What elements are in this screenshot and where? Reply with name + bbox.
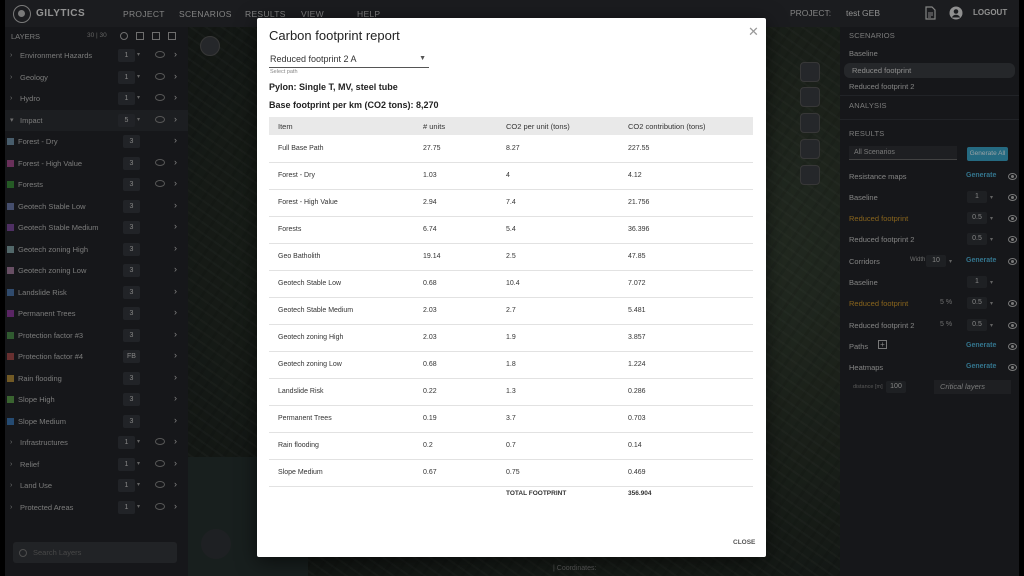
table-row: Landslide Risk 0.22 1.3 0.286 — [269, 378, 753, 406]
table-row: Permanent Trees 0.19 3.7 0.703 — [269, 405, 753, 433]
cell-co2-contribution: 5.481 — [619, 297, 753, 325]
table-row: Forest - High Value 2.94 7.4 21.756 — [269, 189, 753, 217]
cell-units: 1.03 — [414, 162, 497, 190]
cell-item: Permanent Trees — [269, 405, 414, 433]
cell-co2-per-unit: 4 — [497, 162, 619, 190]
table-body: Full Base Path 27.75 8.27 227.55 Forest - Dr… — [269, 135, 753, 500]
cell-co2-contribution: 3.857 — [619, 324, 753, 352]
col-co2-per-unit: CO2 per unit (tons) — [497, 117, 619, 135]
cell-co2-per-unit: 5.4 — [497, 216, 619, 244]
cell-co2-per-unit: 0.7 — [497, 432, 619, 460]
cell-co2-contribution: 1.224 — [619, 351, 753, 379]
cell-units: 27.75 — [414, 135, 497, 163]
cell-co2-contribution: 0.469 — [619, 459, 753, 487]
cell-co2-per-unit: 1.8 — [497, 351, 619, 379]
cell-co2-per-unit: 8.27 — [497, 135, 619, 163]
pylon-info: Pylon: Single T, MV, steel tube — [269, 82, 398, 92]
total-value: 356.904 — [628, 489, 652, 497]
cell-empty — [269, 486, 414, 500]
cell-empty — [414, 486, 497, 500]
cell-co2-per-unit: 0.75 — [497, 459, 619, 487]
table-header-row: Item # units CO2 per unit (tons) CO2 con… — [269, 117, 753, 135]
table-row: Forest - Dry 1.03 4 4.12 — [269, 162, 753, 190]
cell-item: Geotech Stable Low — [269, 270, 414, 298]
cell-co2-contribution: 0.14 — [619, 432, 753, 460]
cell-co2-contribution: 7.072 — [619, 270, 753, 298]
chevron-down-icon: ▼ — [419, 55, 426, 62]
table-row: Geotech zoning Low 0.68 1.8 1.224 — [269, 351, 753, 379]
cell-co2-contribution: 36.396 — [619, 216, 753, 244]
path-select-hint: Select path — [270, 69, 298, 75]
base-footprint-info: Base footprint per km (CO2 tons): 8,270 — [269, 100, 439, 110]
total-label: TOTAL FOOTPRINT — [506, 489, 567, 497]
cell-units: 0.2 — [414, 432, 497, 460]
cell-co2-per-unit: 10.4 — [497, 270, 619, 298]
table-row: Full Base Path 27.75 8.27 227.55 — [269, 135, 753, 163]
cell-co2-per-unit: 2.7 — [497, 297, 619, 325]
col-co2-contribution: CO2 contribution (tons) — [619, 117, 753, 135]
cell-item: Geo Batholith — [269, 243, 414, 271]
cell-units: 2.03 — [414, 324, 497, 352]
cell-item: Geotech zoning High — [269, 324, 414, 352]
close-button[interactable]: CLOSE — [733, 539, 755, 546]
cell-units: 0.68 — [414, 351, 497, 379]
cell-item: Forests — [269, 216, 414, 244]
cell-item: Rain flooding — [269, 432, 414, 460]
cell-co2-contribution: 4.12 — [619, 162, 753, 190]
cell-co2-contribution: 227.55 — [619, 135, 753, 163]
path-select[interactable]: Reduced footprint 2 A ▼ — [269, 51, 429, 68]
table-row: Slope Medium 0.67 0.75 0.469 — [269, 459, 753, 487]
cell-units: 19.14 — [414, 243, 497, 271]
carbon-footprint-dialog: Carbon footprint report ✕ Reduced footpr… — [257, 18, 766, 557]
dialog-title: Carbon footprint report — [269, 28, 400, 43]
cell-co2-contribution: 0.286 — [619, 378, 753, 406]
cell-co2-per-unit: 7.4 — [497, 189, 619, 217]
col-item: Item — [269, 117, 414, 135]
table-row: Geo Batholith 19.14 2.5 47.85 — [269, 243, 753, 271]
cell-item: Landslide Risk — [269, 378, 414, 406]
cell-item: Forest - High Value — [269, 189, 414, 217]
table-row: Geotech Stable Medium 2.03 2.7 5.481 — [269, 297, 753, 325]
cell-co2-per-unit: 1.3 — [497, 378, 619, 406]
cell-item: Geotech Stable Medium — [269, 297, 414, 325]
cell-units: 6.74 — [414, 216, 497, 244]
cell-units: 0.19 — [414, 405, 497, 433]
cell-units: 2.94 — [414, 189, 497, 217]
table-row: Geotech Stable Low 0.68 10.4 7.072 — [269, 270, 753, 298]
cell-co2-contribution: 0.703 — [619, 405, 753, 433]
close-icon[interactable]: ✕ — [748, 24, 759, 40]
cell-units: 0.22 — [414, 378, 497, 406]
cell-units: 2.03 — [414, 297, 497, 325]
cell-item: Slope Medium — [269, 459, 414, 487]
table-row: Rain flooding 0.2 0.7 0.14 — [269, 432, 753, 460]
footprint-table: Item # units CO2 per unit (tons) CO2 con… — [269, 117, 753, 500]
path-select-value: Reduced footprint 2 A — [270, 54, 357, 64]
total-row: TOTAL FOOTPRINT 356.904 — [269, 486, 753, 500]
cell-co2-per-unit: 1.9 — [497, 324, 619, 352]
cell-co2-per-unit: 3.7 — [497, 405, 619, 433]
cell-units: 0.67 — [414, 459, 497, 487]
table-row: Forests 6.74 5.4 36.396 — [269, 216, 753, 244]
cell-item: Full Base Path — [269, 135, 414, 163]
table-row: Geotech zoning High 2.03 1.9 3.857 — [269, 324, 753, 352]
cell-item: Forest - Dry — [269, 162, 414, 190]
cell-co2-per-unit: 2.5 — [497, 243, 619, 271]
cell-co2-contribution: 47.85 — [619, 243, 753, 271]
col-units: # units — [414, 117, 497, 135]
cell-units: 0.68 — [414, 270, 497, 298]
cell-co2-contribution: 21.756 — [619, 189, 753, 217]
cell-item: Geotech zoning Low — [269, 351, 414, 379]
